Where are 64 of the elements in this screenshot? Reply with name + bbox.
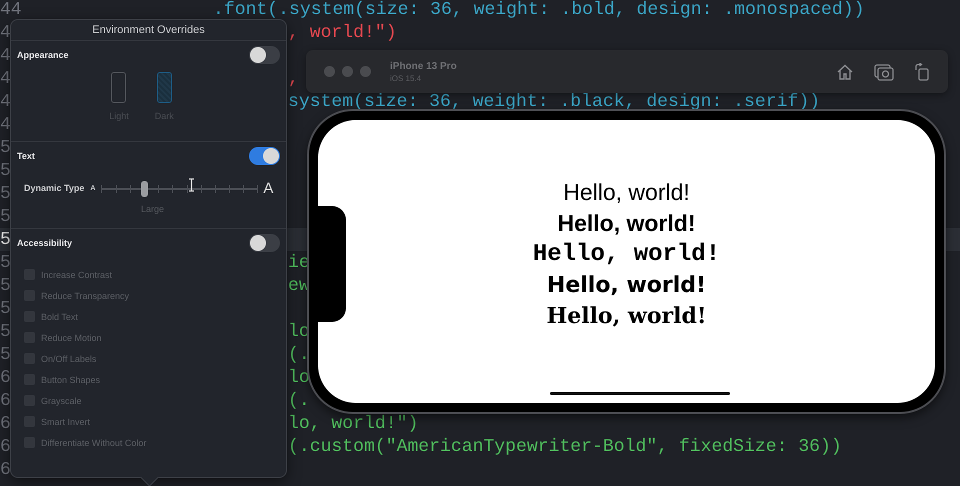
home-icon[interactable] <box>836 62 854 80</box>
code-text: , <box>288 68 299 88</box>
code-text: lo <box>288 368 310 388</box>
code-text: lo, world!") <box>288 414 418 434</box>
checkbox-label: Button Shapes <box>41 374 100 384</box>
code-text: (. <box>288 390 310 410</box>
line-number: 5 <box>0 230 11 250</box>
text-cursor-icon <box>188 178 195 192</box>
checkbox-label: Differentiate Without Color <box>41 438 146 448</box>
preview-text: Hello, world! <box>546 272 706 300</box>
line-number: 6 <box>0 368 11 388</box>
section-label: Text <box>17 151 35 161</box>
toggle-switch[interactable] <box>249 234 280 252</box>
line-number: 6 <box>0 414 11 434</box>
line-number: 44 <box>0 0 22 20</box>
code-text: system(size: 36, weight: .black, design: .serif)) <box>288 92 820 112</box>
preview-text: Hello, world! <box>546 302 707 331</box>
line-number: 4 <box>0 22 11 42</box>
preview-text: Hello, world! <box>532 240 720 270</box>
line-number: 6 <box>0 436 11 456</box>
phone-icon[interactable] <box>156 72 172 103</box>
line-number: 5 <box>0 160 11 180</box>
large-a-label: A <box>263 180 274 196</box>
window-control-dot[interactable] <box>324 66 335 77</box>
phone-icon[interactable] <box>111 72 126 103</box>
line-number: 5 <box>0 276 11 296</box>
checkbox-label: Increase Contrast <box>41 270 112 280</box>
line-number: 5 <box>0 298 11 318</box>
line-number: 5 <box>0 252 11 272</box>
code-text: (. <box>288 344 310 364</box>
device-name: iPhone 13 Pro <box>390 60 457 72</box>
code-text: , world!") <box>288 22 397 42</box>
preview-text: Hello, world! <box>557 209 696 238</box>
section-label: Appearance <box>17 50 69 60</box>
screenshot-icon[interactable] <box>874 62 894 80</box>
checkbox-label: Reduce Motion <box>41 332 102 342</box>
window-control-dot[interactable] <box>342 66 353 77</box>
line-number: 6 <box>0 390 11 410</box>
line-number: 5 <box>0 184 11 204</box>
toggle-switch[interactable] <box>249 46 280 64</box>
line-number: 4 <box>0 92 11 112</box>
toggle-switch[interactable] <box>249 147 280 165</box>
line-number: 4 <box>0 68 11 88</box>
line-number: 5 <box>0 206 11 226</box>
line-number: 5 <box>0 344 11 364</box>
slider-thumb[interactable] <box>141 181 148 197</box>
line-number: 6 <box>0 460 11 480</box>
checkbox-label: Reduce Transparency <box>41 290 130 300</box>
line-number: 4 <box>0 114 11 134</box>
line-number: 5 <box>0 138 11 158</box>
popover-title: Environment Overrides <box>11 20 286 41</box>
checkbox-label: Grayscale <box>41 396 82 406</box>
checkbox-label: Bold Text <box>41 312 78 322</box>
checkbox-label: On/Off Labels <box>41 354 96 364</box>
window-control-dot[interactable] <box>360 66 371 77</box>
line-number: 5 <box>0 322 11 342</box>
code-text: .font(.system(size: 36, weight: .bold, design: .monospaced)) <box>213 0 864 20</box>
code-text: (.custom("AmericanTypewriter-Bold", fixedSize: 36)) <box>288 436 842 456</box>
preview-text: Hello, world! <box>563 178 690 207</box>
slider-label: Dynamic Type <box>24 183 84 193</box>
section-label: Accessibility <box>17 238 72 248</box>
checkbox-label: Smart Invert <box>41 416 90 426</box>
line-number: 4 <box>0 46 11 66</box>
rotate-icon[interactable] <box>914 62 930 80</box>
